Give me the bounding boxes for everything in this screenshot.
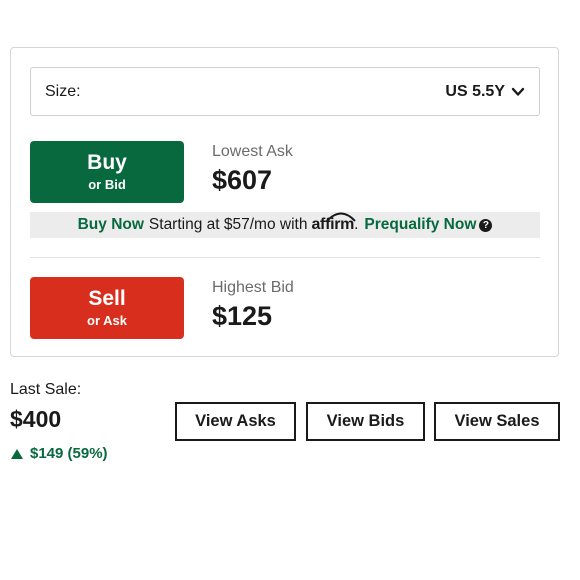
buy-button-sublabel: or Bid <box>88 177 126 192</box>
bid-ask-card: Size: US 5.5Y Buy or Bid Lowest Ask $607… <box>10 47 559 357</box>
highest-bid-price: $125 <box>212 301 273 331</box>
affirm-logo: affirm <box>311 212 357 234</box>
prequalify-link[interactable]: Prequalify Now <box>364 216 476 234</box>
lowest-ask-price: $607 <box>212 165 273 195</box>
help-icon[interactable]: ? <box>479 218 493 232</box>
lowest-ask-block: Lowest Ask $607 <box>212 143 293 196</box>
size-selector[interactable]: Size: US 5.5Y <box>30 67 540 116</box>
financing-text: Starting at $57/mo with <box>148 216 308 233</box>
buy-button[interactable]: Buy or Bid <box>30 141 184 203</box>
last-sale-label: Last Sale: <box>10 381 82 398</box>
size-label: Size: <box>45 82 81 100</box>
buy-button-label: Buy <box>87 151 127 174</box>
sell-button-label: Sell <box>88 287 126 310</box>
financing-banner: Buy Now Starting at $57/mo with affirm .… <box>30 212 540 238</box>
sell-button[interactable]: Sell or Ask <box>30 277 184 339</box>
view-asks-button[interactable]: View Asks <box>175 402 296 441</box>
last-sale-change-value: $149 (59%) <box>30 445 108 462</box>
size-value: US 5.5Y <box>445 82 505 100</box>
last-sale-price: $400 <box>10 406 62 432</box>
divider <box>30 257 540 258</box>
affirm-arc-icon <box>326 212 357 222</box>
highest-bid-label: Highest Bid <box>212 279 294 296</box>
chevron-down-icon <box>511 87 525 96</box>
sell-button-sublabel: or Ask <box>87 313 127 328</box>
triangle-up-icon <box>11 448 23 459</box>
buy-now-link[interactable]: Buy Now <box>78 216 144 234</box>
size-value-group: US 5.5Y <box>445 83 525 101</box>
lowest-ask-label: Lowest Ask <box>212 143 293 160</box>
last-sale-change: $149 (59%) <box>10 445 108 462</box>
view-sales-button[interactable]: View Sales <box>434 402 560 441</box>
view-bids-button[interactable]: View Bids <box>306 402 425 441</box>
highest-bid-block: Highest Bid $125 <box>212 279 294 332</box>
